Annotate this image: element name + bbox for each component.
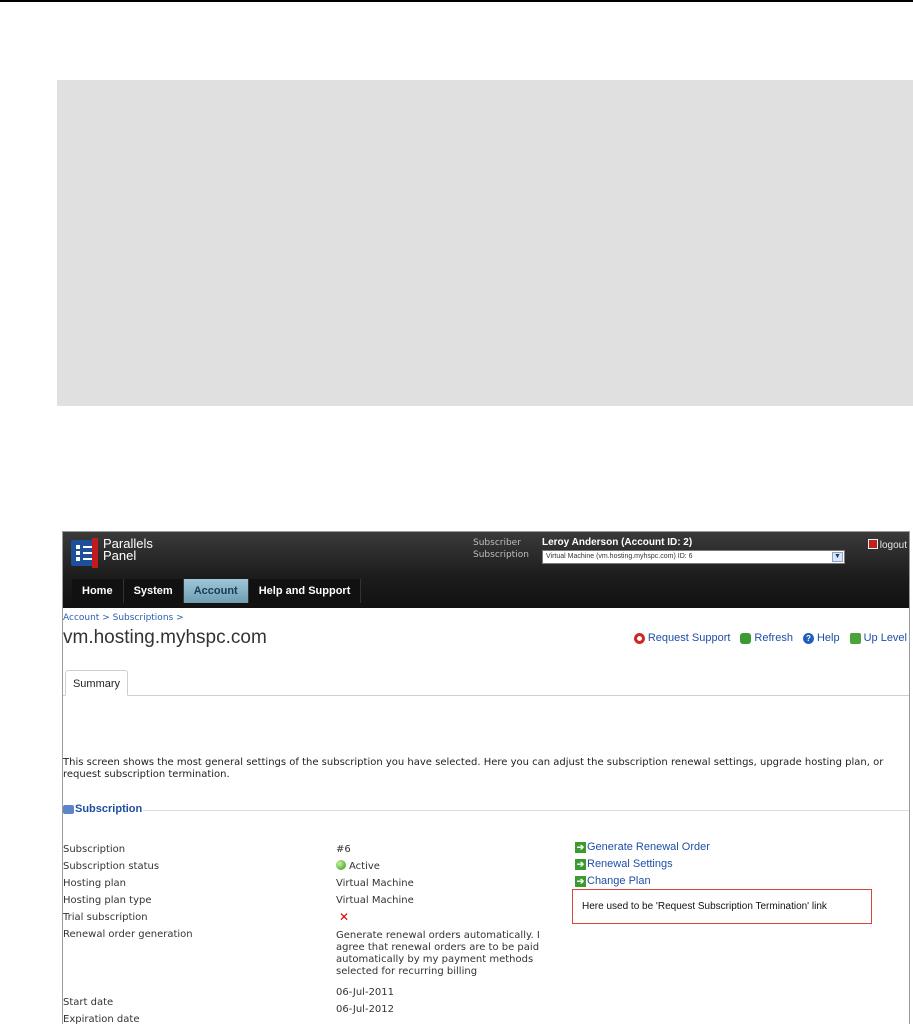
status-text: Active [349,861,380,872]
value-hosting-plan-type: Virtual Machine [336,895,414,906]
logo-line2: Panel [103,548,137,563]
arrow-right-icon: ➔ [575,859,586,870]
subscriber-label: Subscriber [473,538,521,548]
value-renewal-order-generation: Generate renewal orders automatically. I… [336,930,540,977]
nav-tab-system[interactable]: System [123,579,184,603]
logout-link[interactable]: logout [867,539,907,551]
change-plan-link[interactable]: ➔ Change Plan [575,873,710,890]
section-title: Subscription [75,803,143,815]
help-icon: ? [802,632,814,644]
annotation-note: Here used to be 'Request Subscription Te… [572,889,872,924]
arrow-right-icon: ➔ [575,842,586,853]
refresh-icon [740,632,752,644]
logo-bar [92,538,98,568]
up-arrow-icon [849,632,861,644]
tabs-baseline [63,695,909,696]
main-nav: Home System Account Help and Support [72,579,362,603]
field-values: #6 Active Virtual Machine Virtual Machin… [336,841,566,1018]
refresh-button[interactable]: Refresh [740,632,793,644]
page-title: vm.hosting.myhspc.com [63,627,267,648]
logout-label: logout [879,540,907,551]
value-subscription: #6 [336,844,351,855]
nav-tab-account[interactable]: Account [183,579,249,603]
change-plan-label: Change Plan [587,875,651,887]
label-start-date: Start date [63,997,114,1008]
up-level-button[interactable]: Up Level [849,632,907,644]
subscription-actions: ➔ Generate Renewal Order ➔ Renewal Setti… [575,839,710,890]
request-support-button[interactable]: Request Support [633,632,731,644]
label-subscription: Subscription [63,844,126,855]
top-header: Parallels Panel Subscriber Subscription … [63,532,909,608]
label-hosting-plan: Hosting plan [63,878,127,889]
up-level-label: Up Level [863,632,907,644]
value-hosting-plan: Virtual Machine [336,878,414,889]
subscriber-name: Leroy Anderson (Account ID: 2) [542,537,693,548]
label-expiration-date: Expiration date [63,1014,140,1024]
nav-tab-help-and-support[interactable]: Help and Support [248,579,362,603]
page-description: This screen shows the most general setti… [63,757,884,780]
subscription-select[interactable]: Virtual Machine (vm.hosting.myhspc.com) … [542,550,845,564]
logout-icon [867,539,878,549]
subscription-select-value: Virtual Machine (vm.hosting.myhspc.com) … [546,553,693,560]
nav-tab-home[interactable]: Home [72,579,124,603]
context-values: Leroy Anderson (Account ID: 2) Virtual M… [542,536,845,564]
arrow-right-icon: ➔ [575,876,586,887]
section-divider [143,810,909,811]
top-rule [0,0,913,2]
subscription-label: Subscription [473,550,529,560]
tab-summary[interactable]: Summary [65,670,128,696]
refresh-label: Refresh [754,632,793,644]
active-status-icon [336,860,346,870]
field-labels: Subscription Subscription status Hosting… [63,841,323,1024]
generate-renewal-order-link[interactable]: ➔ Generate Renewal Order [575,839,710,856]
cross-icon: ✕ [339,910,350,924]
label-hosting-plan-type: Hosting plan type [63,895,152,906]
renewal-settings-label: Renewal Settings [587,858,673,870]
value-trial-subscription: ✕ [336,909,566,927]
toolbar: Request Support Refresh ? Help Up Level [633,632,907,644]
label-subscription-status: Subscription status [63,861,160,872]
chevron-down-icon[interactable]: ▼ [832,552,843,562]
generate-renewal-order-label: Generate Renewal Order [587,841,710,853]
context-labels: Subscriber Subscription [473,537,529,561]
lifebuoy-icon [633,632,645,644]
parallels-logo: Parallels Panel [71,537,191,572]
gray-placeholder-block [57,80,913,406]
logo-text: Parallels Panel [103,537,153,563]
help-button[interactable]: ? Help [802,632,840,644]
subscription-icon [63,804,74,814]
section-subscription-header: Subscription [63,803,142,815]
label-trial-subscription: Trial subscription [63,912,148,923]
label-renewal-order-generation: Renewal order generation [63,929,193,940]
panel-screenshot: Parallels Panel Subscriber Subscription … [62,531,910,1024]
value-start-date: 06-Jul-2011 [336,987,395,998]
help-label: Help [816,632,840,644]
value-expiration-date: 06-Jul-2012 [336,1004,395,1015]
breadcrumb[interactable]: Account > Subscriptions > [63,613,184,623]
request-support-label: Request Support [647,632,731,644]
value-subscription-status: Active [336,858,566,875]
renewal-settings-link[interactable]: ➔ Renewal Settings [575,856,710,873]
